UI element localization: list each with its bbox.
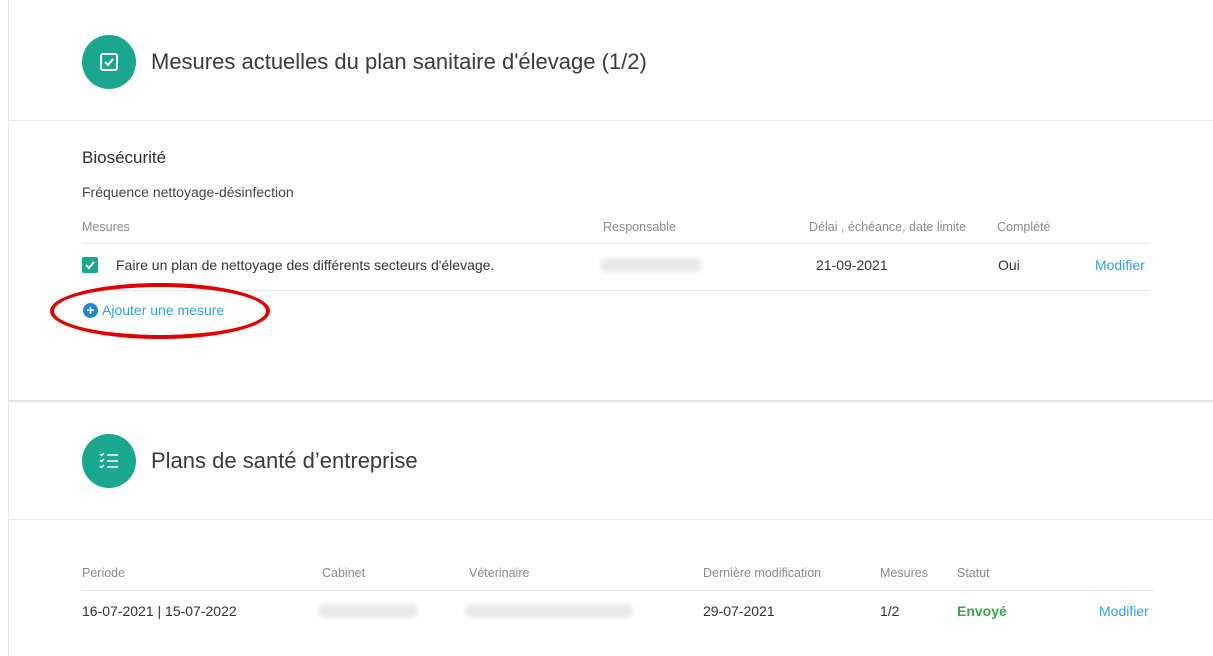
add-measure-button[interactable]: + Ajouter une mesure [83,302,224,318]
section-icon-circle [82,35,136,89]
col-header-veterinaire: Véterinaire [469,566,530,580]
modifier-link[interactable]: Modifier [1095,257,1145,273]
veterinaire-redacted [465,604,633,618]
section-header-mesures: Mesures actuelles du plan sanitaire d'él… [82,35,647,89]
table-header-line [82,243,1150,244]
col-header-statut: Statut [957,566,990,580]
col-header-mesures: Mesures [82,220,130,234]
mesures-value: 1/2 [880,603,900,619]
responsable-redacted [600,258,702,272]
col-header-complete: Complété [997,220,1051,234]
cabinet-redacted [318,604,418,618]
plus-circle-icon: + [83,302,98,318]
col-header-delai: Délai , échéance, date limite [809,220,967,234]
table-header-line [82,590,1154,591]
section-title-plans: Plans de santé d’entreprise [151,448,418,473]
page-left-border [8,0,9,656]
subcategory-title: Fréquence nettoyage-désinfection [82,184,294,200]
col-header-responsable: Responsable [603,220,676,234]
add-measure-label: Ajouter une mesure [102,302,225,318]
divider [8,120,1213,121]
section-header-plans: Plans de santé d’entreprise [82,434,418,488]
section-title-mesures: Mesures actuelles du plan sanitaire d'él… [151,49,647,74]
checkbox-icon [100,53,118,71]
divider [8,519,1213,520]
periode-value: 16-07-2021 | 15-07-2022 [82,603,237,619]
category-title: Biosécurité [82,148,167,167]
check-icon [85,261,95,270]
complete-value: Oui [998,257,1020,273]
mesure-checkbox[interactable] [82,257,98,273]
col-header-cabinet: Cabinet [322,566,366,580]
col-header-periode: Periode [82,566,126,580]
mesure-text: Faire un plan de nettoyage des différent… [116,257,495,273]
modifier-link[interactable]: Modifier [1099,603,1149,619]
col-header-derniere-modification: Dernière modification [703,566,822,580]
derniere-modification-value: 29-07-2021 [703,603,775,619]
checklist-icon [99,452,118,469]
col-header-mesures: Mesures [880,566,928,580]
status-badge: Envoyé [957,603,1007,619]
section-icon-circle [82,434,136,488]
section-divider [8,400,1213,402]
delai-value: 21-09-2021 [816,257,888,273]
row-divider [82,290,1150,291]
